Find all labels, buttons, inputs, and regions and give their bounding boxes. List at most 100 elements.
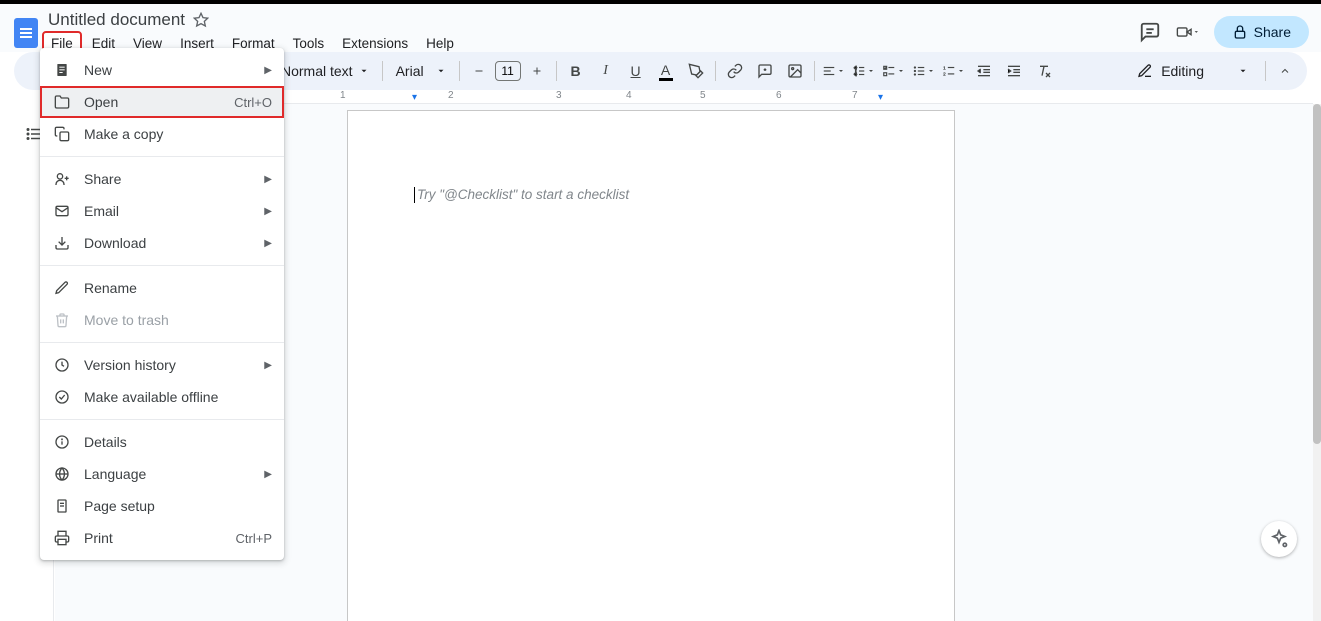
menu-item-share[interactable]: Share ▶: [40, 163, 284, 195]
chevron-down-icon: [359, 66, 369, 76]
decrease-font-size-button[interactable]: [465, 57, 493, 85]
clear-formatting-button[interactable]: [1030, 57, 1058, 85]
ruler-right-marker[interactable]: ▾: [878, 92, 883, 103]
submenu-arrow-icon: ▶: [264, 238, 272, 249]
bold-button[interactable]: B: [562, 57, 590, 85]
document-page[interactable]: Try "@Checklist" to start a checklist: [347, 110, 955, 621]
share-label: Share: [1254, 24, 1291, 40]
vertical-scrollbar[interactable]: [1313, 104, 1321, 621]
increase-indent-button[interactable]: [1000, 57, 1028, 85]
menu-label: Version history: [84, 357, 252, 373]
menu-separator: [40, 265, 284, 266]
chevron-down-icon: [1238, 66, 1248, 76]
menu-item-language[interactable]: Language ▶: [40, 458, 284, 490]
menu-item-open[interactable]: Open Ctrl+O: [40, 86, 284, 118]
menu-item-move-to-trash: Move to trash: [40, 304, 284, 336]
person-plus-icon: [52, 169, 72, 189]
insert-link-button[interactable]: [721, 57, 749, 85]
menu-item-page-setup[interactable]: Page setup: [40, 490, 284, 522]
menu-label: Page setup: [84, 498, 272, 514]
globe-icon: [52, 464, 72, 484]
chevron-down-icon: [436, 66, 446, 76]
share-button[interactable]: Share: [1214, 16, 1309, 48]
submenu-arrow-icon: ▶: [264, 469, 272, 480]
font-size-input[interactable]: 11: [495, 61, 521, 81]
explore-fab[interactable]: [1261, 521, 1297, 557]
toolbar-separator: [715, 61, 716, 81]
menu-label: Move to trash: [84, 312, 272, 328]
comments-icon[interactable]: [1138, 20, 1162, 44]
font-label: Arial: [396, 63, 424, 79]
scrollbar-thumb[interactable]: [1313, 104, 1321, 444]
menu-item-email[interactable]: Email ▶: [40, 195, 284, 227]
menu-item-make-offline[interactable]: Make available offline: [40, 381, 284, 413]
svg-text:2: 2: [943, 72, 946, 77]
increase-font-size-button[interactable]: [523, 57, 551, 85]
menu-label: Details: [84, 434, 272, 450]
menu-separator: [40, 156, 284, 157]
docs-logo[interactable]: [14, 18, 38, 48]
menu-item-make-copy[interactable]: Make a copy: [40, 118, 284, 150]
bulleted-list-dropdown[interactable]: [910, 57, 938, 85]
highlight-color-button[interactable]: [682, 57, 710, 85]
title-row: Untitled document: [48, 10, 209, 30]
menu-item-version-history[interactable]: Version history ▶: [40, 349, 284, 381]
text-cursor: [414, 187, 415, 203]
menu-shortcut: Ctrl+O: [234, 95, 272, 110]
ruler-indent-marker[interactable]: ▾: [412, 92, 417, 103]
pencil-icon: [52, 278, 72, 298]
align-dropdown[interactable]: [820, 57, 848, 85]
history-icon: [52, 355, 72, 375]
menu-label: Share: [84, 171, 252, 187]
svg-text:1: 1: [943, 65, 946, 70]
ruler-number: 1: [340, 90, 346, 101]
italic-button[interactable]: I: [592, 57, 620, 85]
decrease-indent-button[interactable]: [970, 57, 998, 85]
styles-label: Normal text: [281, 63, 353, 79]
menu-label: Download: [84, 235, 252, 251]
numbered-list-dropdown[interactable]: 12: [940, 57, 968, 85]
underline-button[interactable]: U: [622, 57, 650, 85]
toolbar-separator: [382, 61, 383, 81]
menu-item-rename[interactable]: Rename: [40, 272, 284, 304]
menu-label: Language: [84, 466, 252, 482]
submenu-arrow-icon: ▶: [264, 206, 272, 217]
download-icon: [52, 233, 72, 253]
editing-label: Editing: [1161, 63, 1204, 79]
toolbar-separator: [556, 61, 557, 81]
ruler-number: 5: [700, 90, 706, 101]
submenu-arrow-icon: ▶: [264, 360, 272, 371]
toolbar-separator: [459, 61, 460, 81]
collapse-toolbar-button[interactable]: [1271, 57, 1299, 85]
pencil-icon: [1137, 63, 1153, 79]
add-comment-button[interactable]: [751, 57, 779, 85]
explore-icon: [1269, 529, 1289, 549]
ruler-number: 3: [556, 90, 562, 101]
copy-icon: [52, 124, 72, 144]
lock-icon: [1232, 24, 1248, 40]
checklist-dropdown[interactable]: [880, 57, 908, 85]
toolbar-separator: [814, 61, 815, 81]
ruler-number: 2: [448, 90, 454, 101]
submenu-arrow-icon: ▶: [264, 65, 272, 76]
editing-mode-dropdown[interactable]: Editing: [1125, 56, 1260, 86]
offline-icon: [52, 387, 72, 407]
styles-dropdown[interactable]: Normal text: [273, 57, 377, 85]
meet-icon[interactable]: [1176, 20, 1200, 44]
document-title[interactable]: Untitled document: [48, 10, 185, 30]
toolbar-separator: [1265, 61, 1266, 81]
star-icon[interactable]: [193, 12, 209, 28]
text-color-button[interactable]: A: [652, 57, 680, 85]
menu-item-details[interactable]: Details: [40, 426, 284, 458]
menu-item-download[interactable]: Download ▶: [40, 227, 284, 259]
menu-item-new[interactable]: New ▶: [40, 54, 284, 86]
menu-separator: [40, 419, 284, 420]
insert-image-button[interactable]: [781, 57, 809, 85]
menu-label: Make a copy: [84, 126, 272, 142]
menu-label: New: [84, 62, 252, 78]
file-menu-dropdown: New ▶ Open Ctrl+O Make a copy Share ▶ Em…: [40, 48, 284, 560]
font-dropdown[interactable]: Arial: [388, 57, 454, 85]
placeholder-hint: Try "@Checklist" to start a checklist: [417, 187, 629, 202]
menu-item-print[interactable]: Print Ctrl+P: [40, 522, 284, 554]
line-spacing-dropdown[interactable]: [850, 57, 878, 85]
